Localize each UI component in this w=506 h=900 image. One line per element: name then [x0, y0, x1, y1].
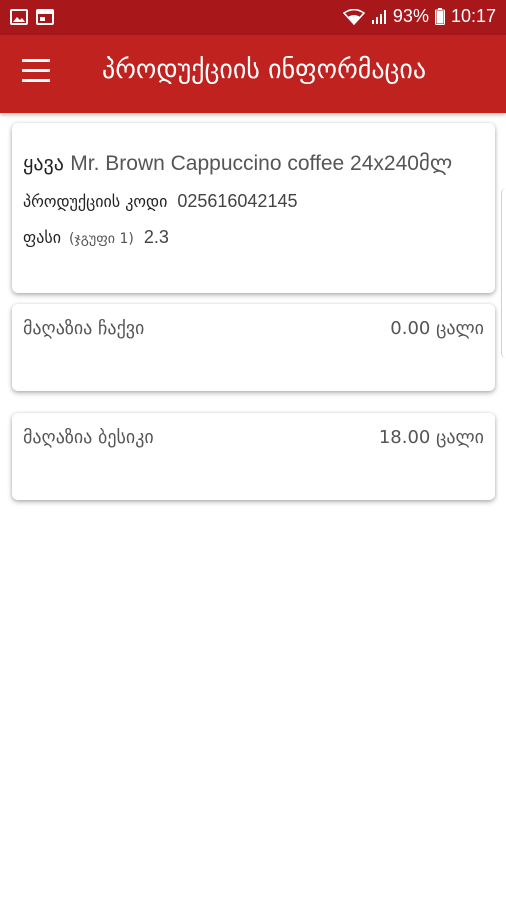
- notification-icons: [10, 9, 54, 25]
- battery-percent: 93%: [392, 6, 429, 26]
- price-value: 2.3: [143, 227, 169, 247]
- product-code-value: 025616042145: [177, 191, 298, 211]
- battery-icon: [434, 8, 445, 25]
- store-card[interactable]: მაღაზია ჩაქვი 0.00 ცალი: [12, 304, 495, 391]
- clock: 10:17: [450, 6, 496, 26]
- scroll-indicator[interactable]: [501, 188, 506, 358]
- product-name: ყავა Mr. Brown Cappuccino coffee 24x240მ…: [23, 151, 452, 176]
- app-notification-icon: [36, 9, 54, 25]
- signal-icon: [371, 9, 386, 24]
- system-icons: 93% 10:17: [342, 6, 496, 27]
- store-card[interactable]: მაღაზია ბესიკი 18.00 ცალი: [12, 413, 495, 500]
- product-category: ყავა: [23, 151, 64, 175]
- image-notification-icon: [10, 9, 28, 25]
- wifi-icon: [342, 8, 365, 25]
- app-bar: პროდუქციის ინფორმაცია: [0, 35, 506, 113]
- store-name: მაღაზია ჩაქვი: [23, 318, 145, 339]
- status-bar: 93% 10:17: [0, 0, 506, 35]
- hamburger-menu-icon[interactable]: [22, 59, 54, 89]
- page-title: პროდუქციის ინფორმაცია: [102, 55, 427, 85]
- product-code-row: პროდუქციის კოდი 025616042145: [23, 191, 297, 212]
- product-price-row: ფასი (ჯგუფი 1) 2.3: [23, 227, 169, 248]
- product-code-label: პროდუქციის კოდი: [23, 192, 168, 211]
- store-quantity: 0.00 ცალი: [390, 318, 484, 339]
- price-label: ფასი: [23, 228, 61, 247]
- product-card: ყავა Mr. Brown Cappuccino coffee 24x240მ…: [12, 123, 495, 293]
- store-name: მაღაზია ბესიკი: [23, 427, 154, 448]
- product-model: Mr. Brown Cappuccino coffee 24x240მლ: [70, 152, 453, 175]
- store-quantity: 18.00 ცალი: [378, 427, 484, 448]
- price-group: (ჯგუფი 1): [68, 231, 134, 247]
